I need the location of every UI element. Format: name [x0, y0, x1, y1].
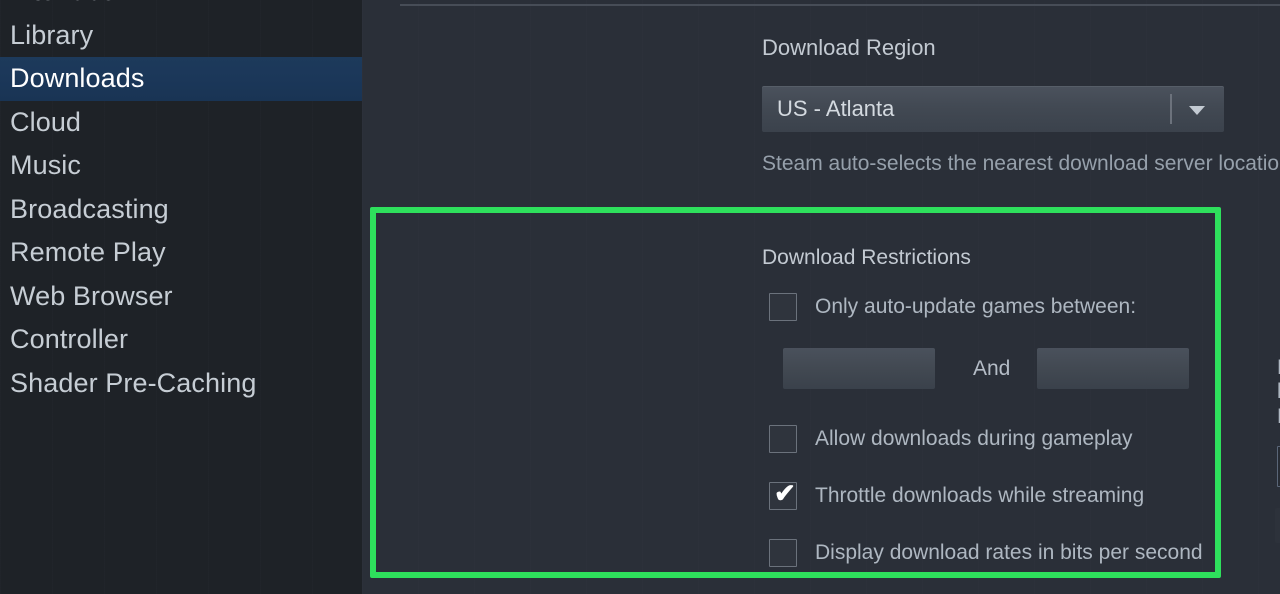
throttle-while-streaming-label: Throttle downloads while streaming	[815, 484, 1145, 507]
sidebar-item-controller[interactable]: Controller	[0, 318, 362, 362]
apply-button[interactable]: APPLY	[1275, 508, 1280, 543]
sidebar-item-label: Shader Pre-Caching	[10, 367, 257, 398]
sidebar-item-remote-play[interactable]: Remote Play	[0, 231, 362, 275]
throttle-while-streaming-checkbox[interactable]: ✔	[769, 478, 797, 510]
sidebar-item-interface[interactable]: Interface	[0, 0, 362, 14]
settings-main-panel: Download Region US - Atlanta Steam auto-…	[362, 0, 1280, 594]
sidebar-item-label: Cloud	[10, 106, 82, 137]
throttle-while-streaming-row[interactable]: ✔ Throttle downloads while streaming	[769, 478, 1145, 510]
sidebar-item-web-browser[interactable]: Web Browser	[0, 275, 362, 319]
dropdown-separator	[1170, 94, 1172, 124]
download-region-heading: Download Region	[762, 35, 936, 60]
sidebar-item-label: Web Browser	[10, 280, 173, 311]
sidebar-item-label: Music	[10, 150, 82, 180]
sidebar-item-shader-pre-caching[interactable]: Shader Pre-Caching	[0, 362, 362, 406]
checkmark-icon: ✔	[774, 478, 796, 508]
section-divider	[400, 4, 1280, 6]
auto-update-and-label: And	[973, 357, 1011, 380]
sidebar-item-label: Remote Play	[10, 237, 166, 267]
download-restrictions-heading: Download Restrictions	[762, 246, 971, 269]
allow-downloads-gameplay-row[interactable]: Allow downloads during gameplay	[769, 425, 1133, 453]
steam-settings-window: Interface Library Downloads Cloud Music …	[0, 0, 1280, 594]
allow-downloads-gameplay-checkbox[interactable]	[769, 425, 797, 453]
chevron-down-icon	[1189, 106, 1205, 115]
download-region-help-text: Steam auto-selects the nearest download …	[762, 152, 1280, 175]
allow-downloads-gameplay-label: Allow downloads during gameplay	[815, 427, 1133, 450]
settings-sidebar: Interface Library Downloads Cloud Music …	[0, 0, 362, 594]
display-bits-per-second-row[interactable]: Display download rates in bits per secon…	[769, 539, 1203, 567]
auto-update-end-time-input[interactable]	[1037, 348, 1189, 389]
download-region-selected-value: US - Atlanta	[777, 96, 895, 121]
sidebar-item-library[interactable]: Library	[0, 14, 362, 58]
download-region-dropdown[interactable]: US - Atlanta	[762, 86, 1224, 132]
sidebar-item-downloads[interactable]: Downloads	[0, 57, 362, 101]
sidebar-item-label: Downloads	[10, 63, 145, 93]
display-bits-per-second-label: Display download rates in bits per secon…	[815, 541, 1203, 564]
sidebar-nav-list: Interface Library Downloads Cloud Music …	[0, 0, 362, 405]
sidebar-item-label: Controller	[10, 324, 129, 354]
auto-update-window-row[interactable]: Only auto-update games between:	[769, 293, 1136, 321]
display-bits-per-second-checkbox[interactable]	[769, 539, 797, 567]
auto-update-window-label: Only auto-update games between:	[815, 295, 1137, 318]
sidebar-item-label: Interface	[10, 0, 116, 6]
sidebar-item-broadcasting[interactable]: Broadcasting	[0, 188, 362, 232]
sidebar-item-label: Broadcasting	[10, 193, 169, 224]
sidebar-item-label: Library	[10, 19, 94, 50]
auto-update-start-time-input[interactable]	[783, 348, 935, 389]
sidebar-item-music[interactable]: Music	[0, 144, 362, 188]
sidebar-item-cloud[interactable]: Cloud	[0, 101, 362, 145]
auto-update-window-checkbox[interactable]	[769, 293, 797, 321]
